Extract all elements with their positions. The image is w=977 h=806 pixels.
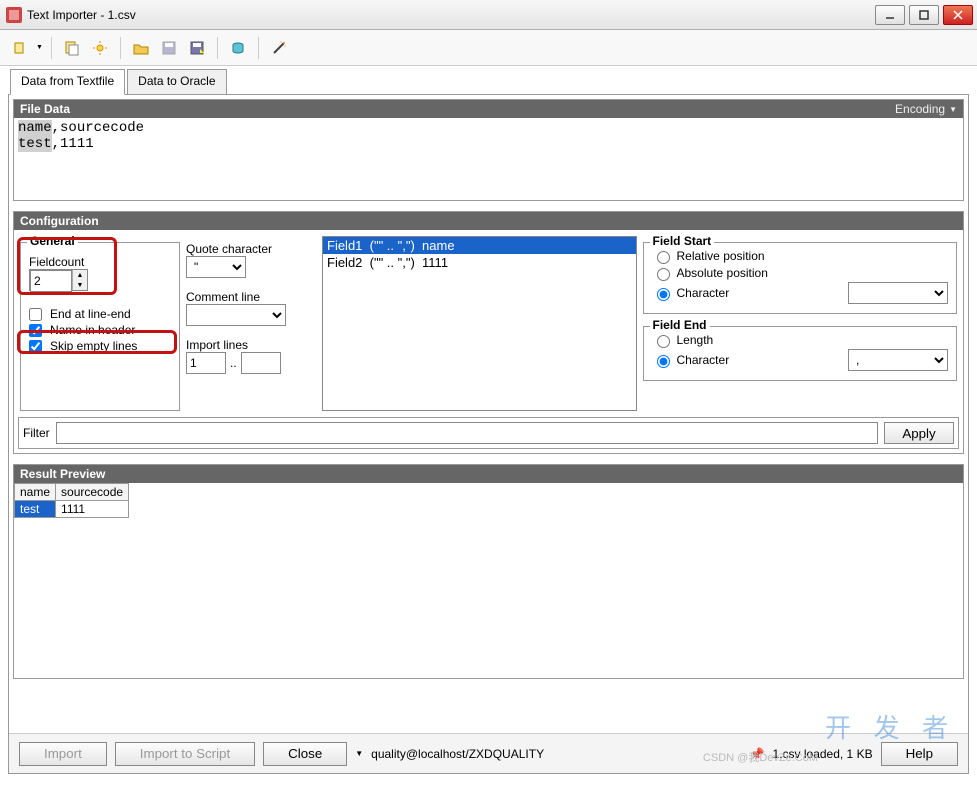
tab-data-to-oracle[interactable]: Data to Oracle xyxy=(127,69,226,95)
spin-down-icon[interactable]: ▼ xyxy=(73,280,87,290)
status-text: 1.csv loaded, 1 KB xyxy=(773,747,873,761)
saveas-icon[interactable] xyxy=(185,36,209,60)
file-row-value: test xyxy=(18,136,52,152)
field-end-label: Field End xyxy=(650,318,710,332)
import-to-script-button[interactable]: Import to Script xyxy=(115,742,255,766)
file-data-header: File Data xyxy=(20,102,70,116)
quote-char-label: Quote character xyxy=(186,242,316,256)
result-preview-header: Result Preview xyxy=(20,467,105,481)
filter-label: Filter xyxy=(23,426,50,440)
configuration-section: Configuration General Fieldcount ▲▼ End … xyxy=(13,211,964,454)
general-label: General xyxy=(27,234,78,248)
field-end-char-select[interactable]: , xyxy=(848,349,948,371)
tab-strip: Data from Textfile Data to Oracle xyxy=(10,68,977,94)
db-icon[interactable] xyxy=(226,36,250,60)
field-start-absolute-radio[interactable] xyxy=(657,268,670,281)
filter-row: Filter Apply xyxy=(18,417,959,449)
table-header-row: name sourcecode xyxy=(15,484,129,501)
table-row[interactable]: test 1111 xyxy=(15,501,129,518)
field-end-character-radio[interactable] xyxy=(657,355,670,368)
parse-options-group: Quote character " Comment line Import li… xyxy=(186,236,316,411)
toolbar: ▼ xyxy=(0,30,977,66)
app-icon xyxy=(6,7,22,23)
field-start-group: Field Start Relative position Absolute p… xyxy=(643,242,958,314)
field-start-relative-radio[interactable] xyxy=(657,251,670,264)
import-lines-from-input[interactable] xyxy=(186,352,226,374)
result-table[interactable]: name sourcecode test 1111 xyxy=(14,483,129,518)
field-list-group: Field1 ("" .. ",") name Field2 ("" .. ",… xyxy=(322,236,637,411)
column-header[interactable]: sourcecode xyxy=(56,484,129,501)
import-lines-to-input[interactable] xyxy=(241,352,281,374)
field-start-character-radio[interactable] xyxy=(657,288,670,301)
table-cell[interactable]: test xyxy=(15,501,56,518)
fieldcount-spinner[interactable]: ▲▼ xyxy=(29,269,88,291)
field-start-char-select[interactable] xyxy=(848,282,948,304)
apply-button[interactable]: Apply xyxy=(884,422,954,444)
field-start-label: Field Start xyxy=(650,234,715,248)
copy-icon[interactable] xyxy=(8,36,32,60)
close-button[interactable] xyxy=(943,5,973,25)
save-icon[interactable] xyxy=(157,36,181,60)
wand-icon[interactable] xyxy=(267,36,291,60)
import-lines-separator: .. xyxy=(230,356,237,370)
copy-dropdown[interactable]: ▼ xyxy=(36,44,43,51)
configuration-header: Configuration xyxy=(20,214,99,228)
filter-input[interactable] xyxy=(56,422,878,444)
file-data-content[interactable]: name,sourcecode test,1111 xyxy=(14,118,963,200)
name-in-header-checkbox[interactable]: Name in header xyxy=(29,323,171,337)
fieldcount-input[interactable] xyxy=(30,270,72,292)
quote-char-select[interactable]: " xyxy=(186,256,246,278)
result-preview-section: Result Preview name sourcecode test 1111 xyxy=(13,464,964,679)
title-bar: Text Importer - 1.csv xyxy=(0,0,977,30)
status-bar: Import Import to Script Close ▼ quality@… xyxy=(9,733,968,773)
tab-data-from-textfile[interactable]: Data from Textfile xyxy=(10,69,125,95)
maximize-button[interactable] xyxy=(909,5,939,25)
import-lines-label: Import lines xyxy=(186,338,316,352)
column-header[interactable]: name xyxy=(15,484,56,501)
field-end-group: Field End Length Character , xyxy=(643,326,958,381)
target-dropdown-icon[interactable]: ▼ xyxy=(355,749,363,758)
table-cell[interactable]: 1111 xyxy=(56,501,129,518)
field-end-length-radio[interactable] xyxy=(657,335,670,348)
field-list-item[interactable]: Field1 ("" .. ",") name xyxy=(323,237,636,254)
fieldcount-label: Fieldcount xyxy=(29,255,171,269)
window-title: Text Importer - 1.csv xyxy=(27,8,871,22)
open-icon[interactable] xyxy=(129,36,153,60)
paste-icon[interactable] xyxy=(60,36,84,60)
file-col-name: name xyxy=(18,120,52,136)
comment-line-select[interactable] xyxy=(186,304,286,326)
close-dialog-button[interactable]: Close xyxy=(263,742,347,766)
comment-line-label: Comment line xyxy=(186,290,316,304)
minimize-button[interactable] xyxy=(875,5,905,25)
light-icon[interactable] xyxy=(88,36,112,60)
field-list-item[interactable]: Field2 ("" .. ",") 1111 xyxy=(323,254,636,271)
pin-icon[interactable]: 📌 xyxy=(750,747,765,761)
spin-up-icon[interactable]: ▲ xyxy=(73,270,87,280)
encoding-dropdown[interactable]: Encoding▼ xyxy=(895,102,957,116)
general-group: General Fieldcount ▲▼ End at line-end Na… xyxy=(20,242,180,411)
end-at-line-end-checkbox[interactable]: End at line-end xyxy=(29,307,171,321)
connection-string: quality@localhost/ZXDQUALITY xyxy=(371,747,741,761)
help-button[interactable]: Help xyxy=(881,742,958,766)
file-data-section: File Data Encoding▼ name,sourcecode test… xyxy=(13,99,964,201)
field-list[interactable]: Field1 ("" .. ",") name Field2 ("" .. ",… xyxy=(322,236,637,411)
import-button[interactable]: Import xyxy=(19,742,107,766)
skip-empty-lines-checkbox[interactable]: Skip empty lines xyxy=(29,339,171,353)
